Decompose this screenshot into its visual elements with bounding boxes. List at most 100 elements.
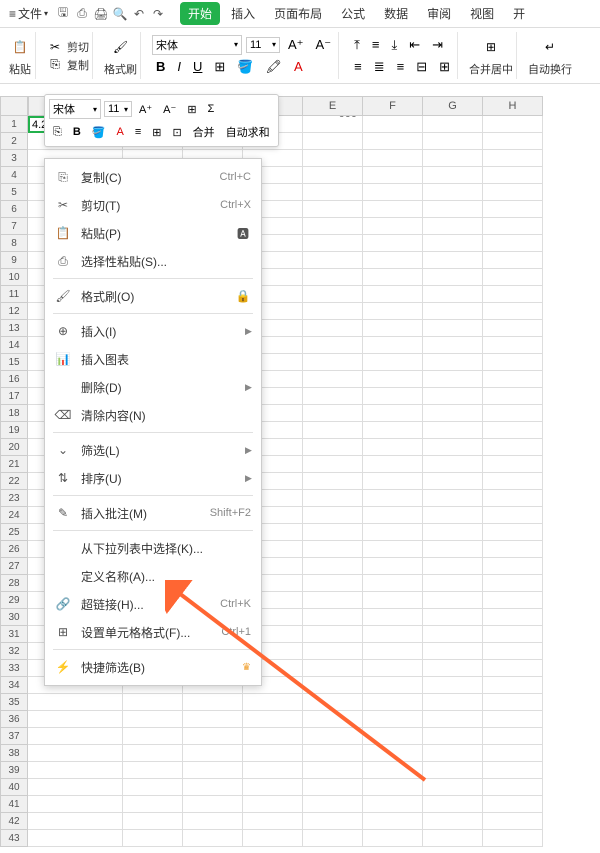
- cell[interactable]: [303, 660, 363, 677]
- cell[interactable]: [303, 150, 363, 167]
- tab-review[interactable]: 审阅: [419, 2, 459, 25]
- cell[interactable]: [423, 609, 483, 626]
- mini-cell-button[interactable]: ⊡: [168, 124, 185, 141]
- cell[interactable]: [303, 235, 363, 252]
- cell[interactable]: [483, 609, 543, 626]
- cell[interactable]: [183, 779, 243, 796]
- cell[interactable]: [303, 405, 363, 422]
- ctx-format-cells[interactable]: ⊞设置单元格格式(F)...Ctrl+1: [45, 618, 261, 646]
- cell[interactable]: [363, 184, 423, 201]
- align-left-icon[interactable]: ≡: [350, 57, 366, 76]
- indent-left-icon[interactable]: ⇤: [405, 35, 424, 55]
- row-header[interactable]: 2: [0, 133, 28, 150]
- cell[interactable]: [423, 711, 483, 728]
- cell[interactable]: [423, 643, 483, 660]
- cell[interactable]: [423, 252, 483, 269]
- cell[interactable]: [423, 303, 483, 320]
- format-painter-icon[interactable]: 🖌: [109, 35, 133, 59]
- cell[interactable]: [363, 779, 423, 796]
- row-header[interactable]: 27: [0, 558, 28, 575]
- cell[interactable]: [363, 677, 423, 694]
- cell[interactable]: [483, 677, 543, 694]
- row-header[interactable]: 40: [0, 779, 28, 796]
- cell[interactable]: [183, 694, 243, 711]
- cell[interactable]: [243, 745, 303, 762]
- cell[interactable]: [483, 592, 543, 609]
- save-icon[interactable]: 🖫: [55, 6, 71, 22]
- cell[interactable]: [303, 439, 363, 456]
- cut-icon[interactable]: ✂: [47, 39, 63, 55]
- bold-button[interactable]: B: [152, 57, 169, 76]
- cell[interactable]: [303, 813, 363, 830]
- cell[interactable]: [423, 541, 483, 558]
- cell[interactable]: [303, 541, 363, 558]
- cell[interactable]: [243, 762, 303, 779]
- cell[interactable]: [363, 150, 423, 167]
- cell[interactable]: [423, 490, 483, 507]
- cell[interactable]: [183, 796, 243, 813]
- row-header[interactable]: 39: [0, 762, 28, 779]
- row-header[interactable]: 18: [0, 405, 28, 422]
- row-header[interactable]: 12: [0, 303, 28, 320]
- cell[interactable]: [363, 694, 423, 711]
- cell[interactable]: [483, 541, 543, 558]
- cell[interactable]: [303, 354, 363, 371]
- cell[interactable]: [483, 813, 543, 830]
- ctx-define-name[interactable]: 定义名称(A)...: [45, 562, 261, 590]
- wrap-icon[interactable]: ↵: [538, 35, 562, 59]
- row-header[interactable]: 19: [0, 422, 28, 439]
- row-header[interactable]: 41: [0, 796, 28, 813]
- cell[interactable]: [423, 388, 483, 405]
- cell[interactable]: [183, 745, 243, 762]
- cell[interactable]: [363, 813, 423, 830]
- cell[interactable]: [303, 269, 363, 286]
- mini-fill-button[interactable]: 🪣: [88, 124, 110, 141]
- align-center-icon[interactable]: ≣: [370, 57, 389, 77]
- cell[interactable]: [363, 490, 423, 507]
- cell[interactable]: [423, 626, 483, 643]
- cell[interactable]: [28, 762, 123, 779]
- cell[interactable]: [363, 337, 423, 354]
- cell[interactable]: [483, 762, 543, 779]
- tab-data[interactable]: 数据: [376, 2, 416, 25]
- row-header[interactable]: 37: [0, 728, 28, 745]
- cell[interactable]: [28, 728, 123, 745]
- row-header[interactable]: 14: [0, 337, 28, 354]
- cell[interactable]: [483, 252, 543, 269]
- cell[interactable]: [423, 269, 483, 286]
- cell[interactable]: [123, 728, 183, 745]
- cell[interactable]: [483, 473, 543, 490]
- cell[interactable]: [363, 575, 423, 592]
- cell[interactable]: [303, 388, 363, 405]
- cell[interactable]: [423, 660, 483, 677]
- col-header[interactable]: F: [363, 96, 423, 116]
- cell[interactable]: [363, 303, 423, 320]
- cell[interactable]: [28, 779, 123, 796]
- tab-insert[interactable]: 插入: [223, 2, 263, 25]
- row-header[interactable]: 15: [0, 354, 28, 371]
- cell[interactable]: [483, 116, 543, 133]
- cell[interactable]: [363, 745, 423, 762]
- cell[interactable]: [183, 728, 243, 745]
- cell[interactable]: [423, 745, 483, 762]
- cell[interactable]: [483, 269, 543, 286]
- align-bottom-icon[interactable]: ⤓: [387, 35, 401, 55]
- cell[interactable]: [423, 779, 483, 796]
- cell[interactable]: [483, 524, 543, 541]
- row-header[interactable]: 31: [0, 626, 28, 643]
- cell[interactable]: [303, 711, 363, 728]
- cell[interactable]: [363, 405, 423, 422]
- paste-icon[interactable]: 📋: [8, 35, 32, 59]
- cell[interactable]: [28, 694, 123, 711]
- cell[interactable]: [483, 405, 543, 422]
- cell[interactable]: [423, 575, 483, 592]
- cell[interactable]: [483, 371, 543, 388]
- ctx-quick-filter[interactable]: ⚡快捷筛选(B)♛: [45, 653, 261, 681]
- indent-right-icon[interactable]: ⇥: [428, 35, 447, 55]
- row-header[interactable]: 33: [0, 660, 28, 677]
- cell[interactable]: [363, 201, 423, 218]
- cell[interactable]: [243, 728, 303, 745]
- cell[interactable]: [303, 337, 363, 354]
- mini-format-icon[interactable]: ⎘: [49, 124, 66, 141]
- cell[interactable]: [423, 201, 483, 218]
